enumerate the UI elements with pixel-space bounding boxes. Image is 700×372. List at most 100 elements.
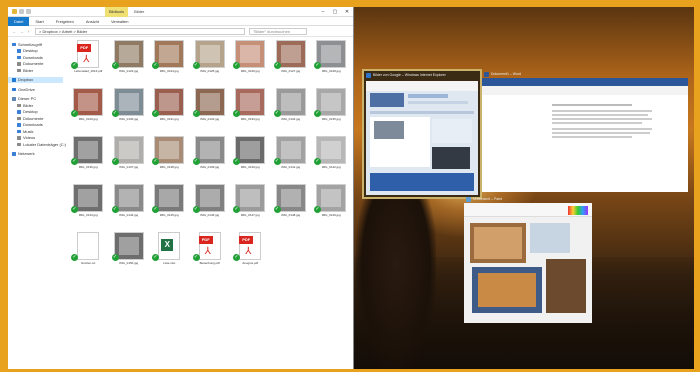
context-tab-bildtools[interactable]: Bildtools <box>105 7 129 17</box>
paint-window-title: Unbenannt – Paint <box>464 195 592 203</box>
sidebar-item-onedrive[interactable]: OneDrive <box>12 86 63 93</box>
sidebar-item-bilder[interactable]: Bilder <box>12 67 63 74</box>
file-item[interactable]: ✓ IMG_0127.jpg <box>271 40 312 84</box>
file-item[interactable]: ✓ IMG_0141.jpg <box>271 136 312 180</box>
file-item[interactable]: ✓ IMG_0145.jpg <box>149 184 190 228</box>
file-name: Lebenslauf_2016.pdf <box>74 69 103 73</box>
file-item[interactable]: ✓ IMG_0149.jpg <box>311 184 352 228</box>
back-button[interactable]: ← <box>11 29 18 34</box>
file-item[interactable]: ✓ IMG_0125.jpg <box>190 40 231 84</box>
sync-check-icon: ✓ <box>314 110 321 117</box>
file-item[interactable]: ✓ IMG_0140.jpg <box>230 136 271 180</box>
pdf-label: PDF <box>198 236 213 244</box>
file-item[interactable]: ✓ IMG_0146.jpg <box>190 184 231 228</box>
file-item[interactable]: ✓ IMG_0138.jpg <box>149 136 190 180</box>
file-name: IMG_0146.jpg <box>200 213 220 217</box>
file-name: IMG_0145.jpg <box>159 213 179 217</box>
sidebar-item-lokaler-datentr-ger-c[interactable]: Lokaler Datenträger (C:) <box>12 141 66 148</box>
file-name: IMG_0135.jpg <box>321 117 341 121</box>
file-item[interactable]: ✓ IMG_0137.jpg <box>109 136 150 180</box>
file-item[interactable]: ✓ IMG_0129.jpg <box>68 88 109 132</box>
search-input[interactable]: "Bilder" durchsuchen <box>249 27 307 35</box>
up-button[interactable]: ↑ <box>25 29 32 34</box>
file-item[interactable]: PDF ⅄ ✓ Zeugnis.pdf <box>230 232 271 276</box>
file-item[interactable]: ✓ IMG_0136.jpg <box>68 136 109 180</box>
sync-check-icon: ✓ <box>111 62 119 69</box>
thumbnail-highlight <box>321 189 342 207</box>
thumbnail-highlight <box>280 189 301 207</box>
file-item[interactable]: ✓ IMG_0126.jpg <box>230 40 271 84</box>
sidebar-item-label: Videos <box>23 135 36 141</box>
file-item[interactable]: ✓ IMG_0135.jpg <box>311 88 352 132</box>
file-item[interactable]: ✓ IMG_0123.jpg <box>109 40 150 84</box>
explorer-titlebar[interactable]: Bildtools Bilder – ▢ ✕ <box>8 7 353 17</box>
sync-check-icon: ✓ <box>152 254 159 261</box>
pdf-label: PDF <box>77 44 92 52</box>
file-item[interactable]: PDF ⅄ ✓ Lebenslauf_2016.pdf <box>68 40 109 84</box>
file-item[interactable]: ✓ IMG_0131.jpg <box>149 88 190 132</box>
sidebar-item-netzwerk[interactable]: Netzwerk <box>12 151 63 158</box>
sidebar-item-dropbox[interactable]: Dropbox <box>8 76 63 83</box>
acrobat-icon: ⅄ <box>83 54 90 65</box>
sync-check-icon: ✓ <box>314 62 321 69</box>
sync-check-icon: ✓ <box>273 158 281 165</box>
wallpaper-silhouette <box>356 197 436 369</box>
file-item[interactable]: ✓ Notizen.txt <box>68 232 109 276</box>
properties-icon[interactable] <box>19 9 24 14</box>
file-item[interactable]: ✓ IMG_0134.jpg <box>271 88 312 132</box>
address-bar[interactable]: > Dropbox > Arbeit > Bilder <box>35 27 245 35</box>
file-item[interactable]: ✓ IMG_0144.jpg <box>109 184 150 228</box>
sync-check-icon: ✓ <box>233 206 240 213</box>
desktop-icon <box>17 49 21 53</box>
file-item[interactable]: ✓ IMG_0130.jpg <box>109 88 150 132</box>
tab-datei[interactable]: Datei <box>8 16 30 26</box>
file-item[interactable]: ✓ IMG_0133.jpg <box>230 88 271 132</box>
new-folder-icon[interactable] <box>26 9 31 14</box>
sidebar-item-label: OneDrive <box>18 86 35 92</box>
tab-verwalten[interactable]: Verwalten <box>105 17 135 26</box>
pdf-file-icon: PDF ⅄ <box>239 232 262 260</box>
file-item[interactable]: ✓ IMG_0143.jpg <box>68 184 109 228</box>
sidebar-item-label: Desktop <box>23 48 38 54</box>
file-item[interactable]: ✓ IMG_0128.jpg <box>311 40 352 84</box>
file-item[interactable]: X ✓ Liste.xlsx <box>149 232 190 276</box>
task-view-browser-window[interactable]: Bilder von Google – Windows Internet Exp… <box>362 69 482 199</box>
file-item[interactable]: ✓ IMG_0147.jpg <box>230 184 271 228</box>
forward-button[interactable]: → <box>18 29 25 34</box>
task-view-paint-window[interactable]: Unbenannt – Paint <box>464 195 592 323</box>
sync-check-icon: ✓ <box>192 110 200 117</box>
star-icon <box>12 42 16 46</box>
file-item[interactable]: PDF ⅄ ✓ Bewerbung.pdf <box>190 232 231 276</box>
sync-check-icon: ✓ <box>71 62 78 69</box>
file-name: Bewerbung.pdf <box>199 261 220 265</box>
file-item[interactable]: ✓ IMG_0150.jpg <box>109 232 150 276</box>
file-name: IMG_0140.jpg <box>240 165 260 169</box>
tab-freigeben[interactable]: Freigeben <box>50 17 80 26</box>
sync-check-icon: ✓ <box>152 158 159 165</box>
network-icon <box>12 152 16 156</box>
sync-check-icon: ✓ <box>192 158 200 165</box>
sidebar-item-label: Bilder <box>23 67 34 73</box>
file-item[interactable]: ✓ IMG_0148.jpg <box>271 184 312 228</box>
maximize-button[interactable]: ▢ <box>329 7 341 17</box>
tab-start[interactable]: Start <box>29 17 49 26</box>
sync-check-icon: ✓ <box>192 206 200 213</box>
file-name: IMG_0125.jpg <box>200 69 220 73</box>
file-item[interactable]: ✓ IMG_0142.jpg <box>311 136 352 180</box>
word-document-preview <box>482 78 688 192</box>
download-icon <box>17 55 21 59</box>
thumbnail-highlight <box>280 141 301 159</box>
thumbnail-highlight <box>199 141 220 159</box>
file-name: IMG_0143.jpg <box>78 213 98 217</box>
file-item[interactable]: ✓ IMG_0132.jpg <box>190 88 231 132</box>
close-button[interactable]: ✕ <box>341 7 353 17</box>
thumbnail-highlight <box>240 45 261 63</box>
file-name: IMG_0137.jpg <box>119 165 139 169</box>
sync-check-icon: ✓ <box>71 110 78 117</box>
file-item[interactable]: ✓ IMG_0124.jpg <box>149 40 190 84</box>
file-item[interactable]: ✓ IMG_0139.jpg <box>190 136 231 180</box>
tab-ansicht[interactable]: Ansicht <box>80 17 105 26</box>
task-view-word-window[interactable]: Dokument1 – Word <box>482 70 688 192</box>
file-explorer-window[interactable]: Bildtools Bilder – ▢ ✕ Datei Start Freig… <box>8 7 354 369</box>
minimize-button[interactable]: – <box>317 7 329 17</box>
